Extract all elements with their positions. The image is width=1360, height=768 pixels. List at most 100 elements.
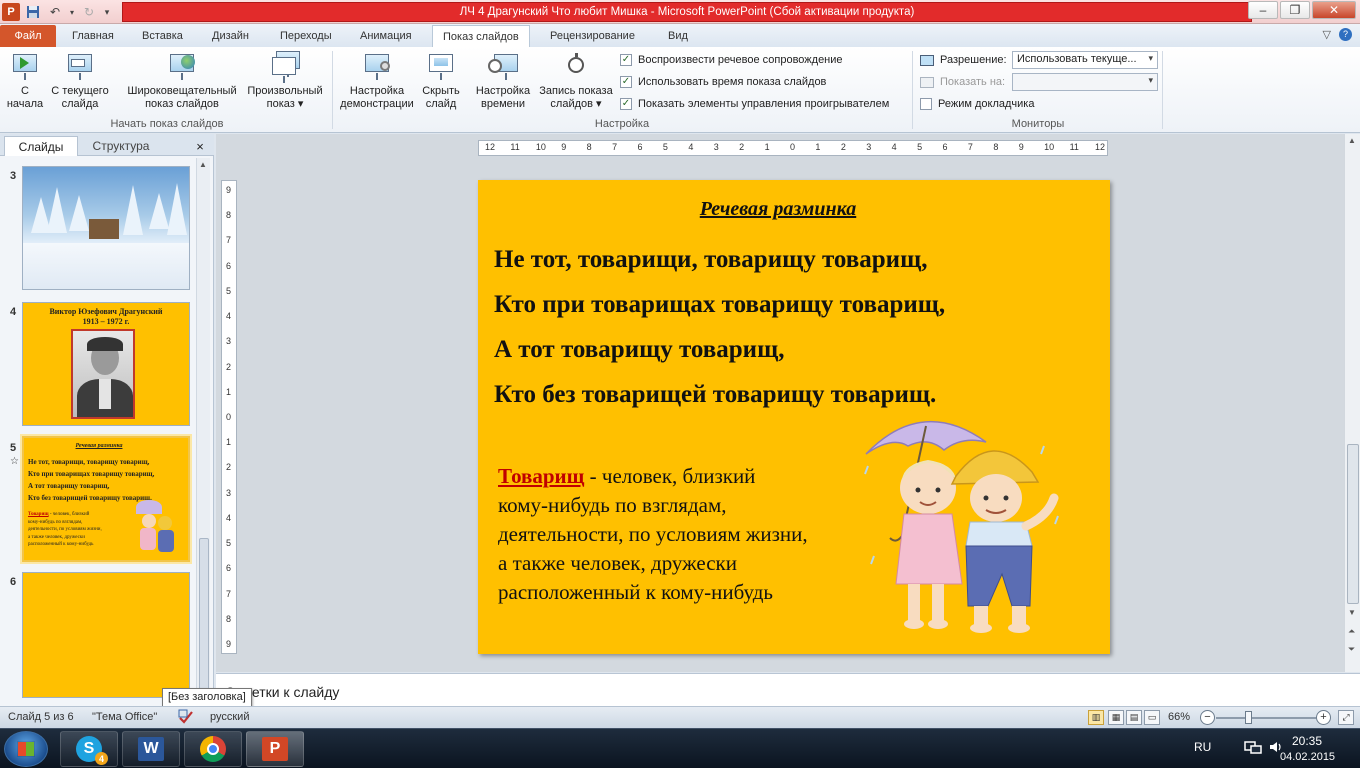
save-icon[interactable] (24, 3, 42, 21)
slide-definition[interactable]: Товарищ - человек, близкий кому-нибудь п… (498, 462, 878, 607)
next-slide-icon[interactable]: ⏷ (1348, 644, 1355, 655)
tab-home[interactable]: Главная (62, 25, 124, 47)
clock-date[interactable]: 04.02.2015 (1280, 751, 1335, 763)
fit-to-window-icon[interactable]: ⤢ (1338, 710, 1354, 725)
keyboard-language[interactable]: RU (1194, 740, 1211, 754)
clock-time[interactable]: 20:35 (1292, 734, 1322, 748)
thumb-line: Не тот, товарищи, товарищу товарищ, (28, 458, 150, 466)
ruler-tick-label: 9 (226, 639, 232, 649)
zoom-level[interactable]: 66% (1168, 711, 1190, 723)
maximize-icon[interactable]: ❐ (1280, 1, 1310, 19)
undo-icon[interactable]: ↶ (46, 3, 64, 21)
custom-show-button[interactable]: Произвольный показ ▾ (244, 51, 326, 111)
powerpoint-logo-icon[interactable]: P (2, 3, 20, 21)
tab-file[interactable]: Файл (0, 25, 56, 47)
zoom-in-icon[interactable]: + (1316, 710, 1331, 725)
tab-slide-show[interactable]: Показ слайдов (432, 25, 530, 47)
slide-thumbnail-3[interactable] (22, 166, 190, 290)
slide-thumbnail-6[interactable] (22, 572, 190, 698)
thumb-line: Кто при товарищах товарищу товарищ, (28, 470, 155, 478)
help-icon[interactable]: ? (1339, 28, 1352, 41)
collapse-ribbon-icon[interactable]: ▽ (1323, 28, 1331, 41)
theme-name[interactable]: "Тема Office" (92, 711, 157, 723)
windows-start-icon[interactable] (4, 731, 48, 767)
tab-slides[interactable]: Слайды (4, 136, 78, 156)
spellcheck-icon[interactable] (178, 709, 194, 728)
tab-view[interactable]: Вид (658, 25, 698, 47)
broadcast-button[interactable]: Широковещательный показ слайдов (120, 51, 244, 111)
record-show-button[interactable]: Запись показа слайдов ▾ (536, 51, 616, 111)
from-current-button[interactable]: С текущего слайда (48, 51, 112, 111)
scroll-down-icon[interactable]: ▼ (1348, 608, 1356, 617)
narration-checkbox[interactable]: ✓ Воспроизвести речевое сопровождение (620, 54, 843, 66)
slide-verse-line-3[interactable]: А тот товарищу товарищ, (494, 336, 784, 364)
ruler-tick-label: 8 (993, 142, 999, 152)
resolution-label-row: Разрешение: (920, 54, 1007, 66)
reading-view-icon[interactable]: ▤ (1126, 710, 1142, 725)
panel-scrollbar[interactable]: ▲ (196, 158, 210, 704)
tab-design[interactable]: Дизайн (202, 25, 259, 47)
language-indicator[interactable]: русский (210, 711, 249, 723)
powerpoint-icon: P (262, 737, 288, 761)
zoom-out-icon[interactable]: − (1200, 710, 1215, 725)
slide-verse-line-1[interactable]: Не тот, товарищи, товарищу товарищ, (494, 246, 927, 274)
slide-show-view-icon[interactable]: ▭ (1144, 710, 1160, 725)
rehearse-timings-button[interactable]: Настройка времени (470, 51, 536, 111)
thumb-line: А тот товарищу товарищ, (28, 482, 110, 490)
ruler-tick-label: 8 (226, 613, 232, 624)
redo-icon[interactable]: ↻ (80, 3, 98, 21)
taskbar-chrome[interactable] (184, 731, 242, 767)
scroll-up-icon[interactable]: ▲ (199, 160, 207, 169)
slide-sorter-view-icon[interactable]: ▦ (1108, 710, 1124, 725)
main-scrollbar[interactable]: ▲ ▼ ⏶ ⏷ (1344, 134, 1360, 672)
setup-show-button[interactable]: Настройка демонстрации (336, 51, 418, 111)
close-icon[interactable]: ✕ (1312, 1, 1356, 19)
hide-slide-button[interactable]: Скрыть слайд (420, 51, 462, 111)
current-slide[interactable]: Речевая разминка Не тот, товарищи, товар… (478, 180, 1110, 654)
from-beginning-button[interactable]: С начала (4, 51, 46, 111)
main-scrollbar-thumb[interactable] (1347, 444, 1359, 604)
use-timings-checkbox[interactable]: ✓ Использовать время показа слайдов (620, 76, 826, 88)
show-media-controls-checkbox[interactable]: ✓ Показать элементы управления проигрыва… (620, 98, 889, 110)
ruler-tick-label: 6 (637, 142, 643, 152)
network-icon[interactable] (1244, 739, 1262, 758)
vertical-ruler: 9 8 7 6 5 4 3 2 1 0 1 2 3 4 5 6 7 8 9 (221, 180, 237, 654)
ruler-tick-label: 2 (739, 142, 745, 152)
tab-outline[interactable]: Структура (80, 136, 162, 156)
thumb-title: Виктор Юзефович Драгунский (49, 307, 163, 316)
zoom-slider[interactable] (1216, 717, 1316, 719)
thumb-title: Речевая разминка (75, 443, 123, 449)
slide-verse-line-4[interactable]: Кто без товарищей товарищу товарищ. (494, 381, 936, 409)
panel-scrollbar-thumb[interactable] (199, 538, 209, 704)
slide-title[interactable]: Речевая разминка (478, 198, 1078, 221)
tab-animation[interactable]: Анимация (350, 25, 422, 47)
normal-view-icon[interactable]: ▥ (1088, 710, 1104, 725)
ruler-tick-label: 0 (226, 412, 232, 422)
taskbar-powerpoint[interactable]: P (246, 731, 304, 767)
slide-thumbnail-4[interactable]: Виктор Юзефович Драгунский 1913 – 1972 г… (22, 302, 190, 426)
presenter-view-checkbox[interactable]: Режим докладчика (920, 98, 1034, 110)
undo-dropdown-icon[interactable]: ▾ (68, 3, 76, 21)
minimize-icon[interactable]: – (1248, 1, 1278, 19)
zoom-slider-thumb[interactable] (1245, 711, 1252, 724)
group-separator (912, 51, 913, 129)
checkbox-checked-icon: ✓ (620, 54, 632, 66)
previous-slide-icon[interactable]: ⏶ (1348, 626, 1355, 637)
tab-review[interactable]: Рецензирование (540, 25, 645, 47)
slide-thumbnail-5[interactable]: Речевая разминка Не тот, товарищи, товар… (22, 436, 190, 562)
slide-verse-line-2[interactable]: Кто при товарищах товарищу товарищ, (494, 291, 945, 319)
ruler-tick-label: 7 (612, 142, 618, 152)
customize-qat-icon[interactable]: ▾ (102, 3, 112, 21)
show-on-dropdown[interactable] (1012, 73, 1158, 91)
scroll-up-icon[interactable]: ▲ (1348, 136, 1356, 145)
taskbar-word[interactable]: W (122, 731, 180, 767)
from-current-label-2: слайда (61, 98, 99, 110)
close-panel-icon[interactable]: × (192, 136, 208, 156)
kids-umbrella-picture[interactable] (862, 406, 1072, 648)
notes-pane[interactable]: Заметки к слайду (216, 673, 1360, 706)
tab-insert[interactable]: Вставка (132, 25, 193, 47)
taskbar-skype[interactable]: S 4 (60, 731, 118, 767)
ruler-tick-label: 2 (226, 462, 232, 473)
resolution-dropdown[interactable]: Использовать текуще... (1012, 51, 1158, 69)
tab-transitions[interactable]: Переходы (270, 25, 342, 47)
